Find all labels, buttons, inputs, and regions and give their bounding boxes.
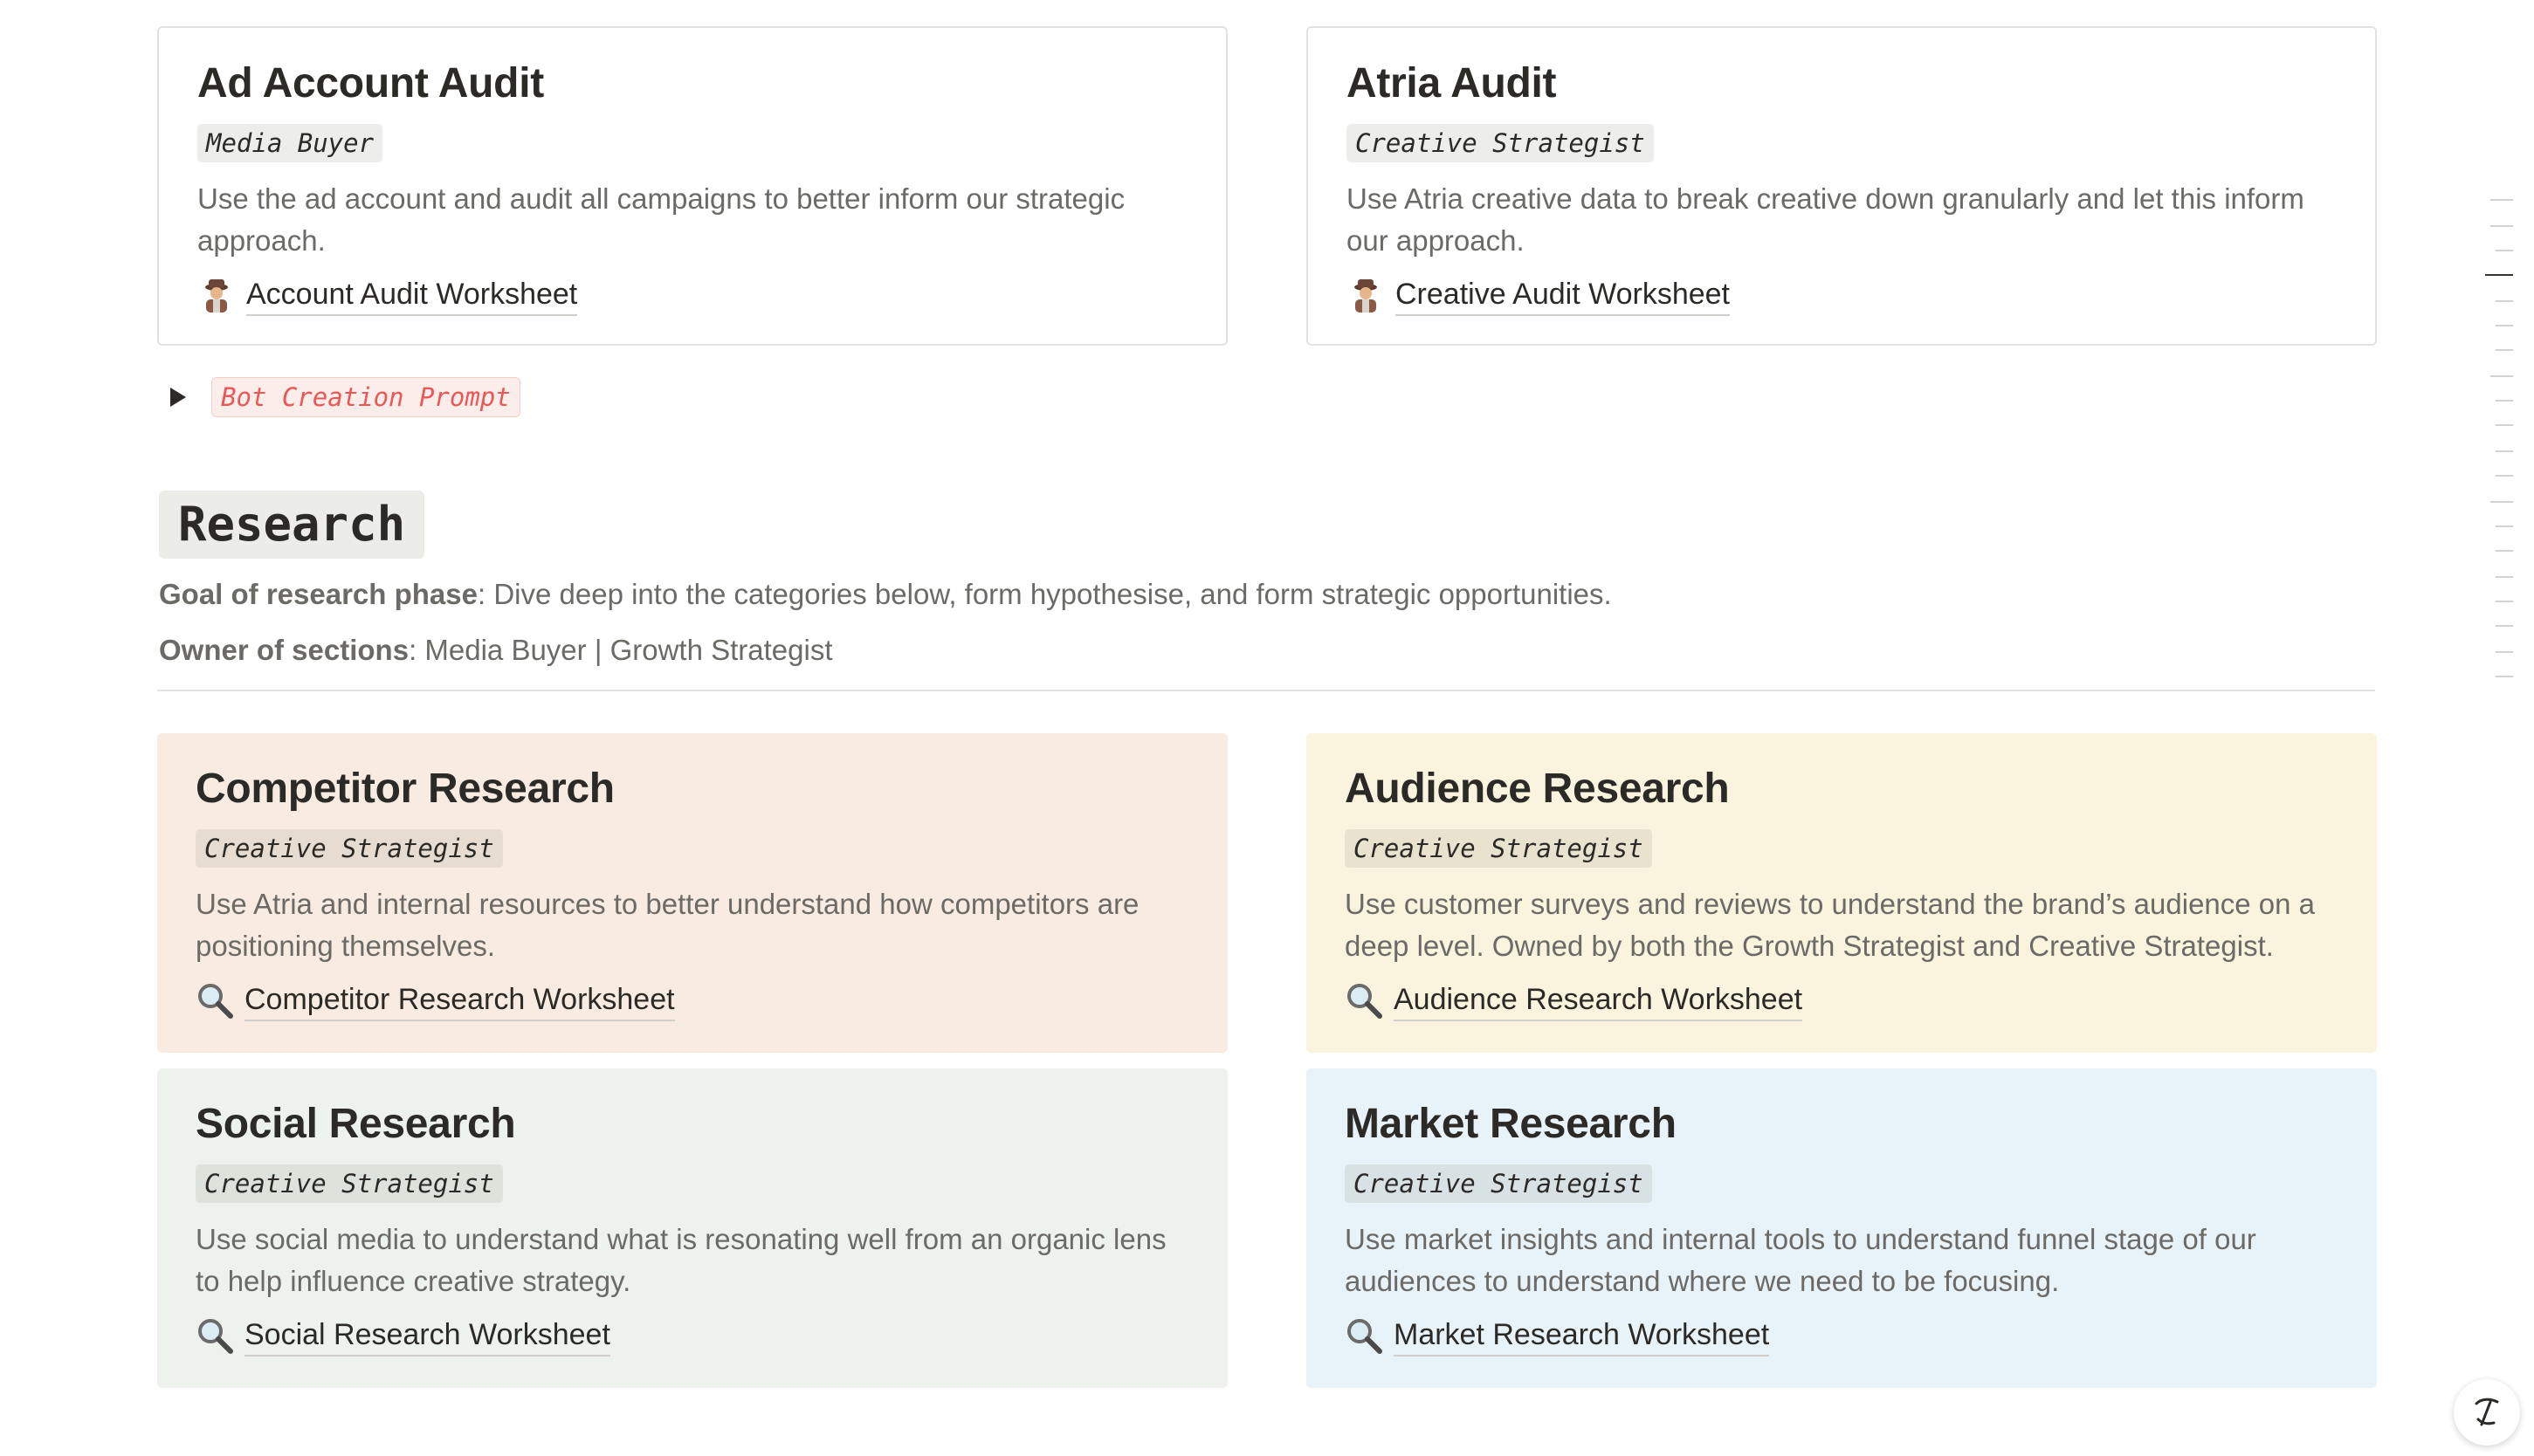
toc-item[interactable] bbox=[2496, 576, 2513, 578]
role-tag: Creative Strategist bbox=[1345, 1164, 1652, 1203]
research-heading: Research bbox=[159, 491, 425, 559]
ai-face-icon bbox=[2475, 1398, 2499, 1426]
atria-audit-card: Atria Audit Creative Strategist Use Atri… bbox=[1306, 26, 2377, 346]
card-title: Market Research bbox=[1345, 1101, 1677, 1147]
card-description: Use Atria and internal resources to bett… bbox=[196, 888, 1140, 962]
worksheet-link-label[interactable]: Creative Audit Worksheet bbox=[1395, 275, 1730, 316]
worksheet-link[interactable]: Competitor Research Worksheet bbox=[196, 979, 1189, 1021]
card-description: Use Atria creative data to break creativ… bbox=[1346, 182, 2304, 257]
worksheet-link[interactable]: Audience Research Worksheet bbox=[1345, 979, 2338, 1021]
role-tag: Creative Strategist bbox=[196, 829, 503, 868]
magnifier-icon bbox=[198, 984, 233, 1019]
audience-research-card: Audience Research Creative Strategist Us… bbox=[1306, 733, 2377, 1053]
card-description: Use social media to understand what is r… bbox=[196, 1223, 1167, 1297]
detective-icon bbox=[205, 279, 228, 312]
worksheet-link-label[interactable]: Audience Research Worksheet bbox=[1394, 980, 1803, 1021]
toc-item[interactable] bbox=[2496, 300, 2513, 302]
toc-item[interactable] bbox=[2496, 676, 2513, 677]
toggle-label: Bot Creation Prompt bbox=[211, 377, 520, 417]
card-description: Use the ad account and audit all campaig… bbox=[197, 182, 1126, 257]
goal-label: Goal of research phase bbox=[159, 578, 478, 610]
detective-icon bbox=[1354, 279, 1377, 312]
worksheet-link-label[interactable]: Market Research Worksheet bbox=[1394, 1315, 1770, 1356]
role-tag: Creative Strategist bbox=[1345, 829, 1652, 868]
role-tag: Media Buyer bbox=[197, 124, 383, 162]
worksheet-link[interactable]: Market Research Worksheet bbox=[1345, 1315, 2338, 1356]
toc-item[interactable] bbox=[2496, 424, 2513, 426]
owner-text: : Media Buyer | Growth Strategist bbox=[409, 634, 833, 666]
toc-item[interactable] bbox=[2496, 475, 2513, 477]
owner-label: Owner of sections bbox=[159, 634, 410, 666]
worksheet-link-label[interactable]: Account Audit Worksheet bbox=[246, 275, 578, 316]
magnifier-icon bbox=[1347, 1319, 1382, 1354]
toc-item[interactable] bbox=[2496, 625, 2513, 627]
role-tag: Creative Strategist bbox=[1346, 124, 1654, 162]
divider bbox=[157, 690, 2375, 691]
triangle-right-icon[interactable] bbox=[168, 385, 189, 409]
toc-item[interactable] bbox=[2490, 225, 2513, 227]
toc-item[interactable] bbox=[2496, 400, 2513, 402]
toc-item[interactable] bbox=[2496, 651, 2513, 653]
toc-item[interactable] bbox=[2490, 199, 2513, 201]
competitor-research-card: Competitor Research Creative Strategist … bbox=[157, 733, 1228, 1053]
toc-item[interactable] bbox=[2490, 375, 2513, 377]
toc-item[interactable] bbox=[2490, 501, 2513, 503]
magnifier-icon bbox=[1347, 984, 1382, 1019]
toc-item[interactable] bbox=[2496, 525, 2513, 527]
toc-item-active[interactable] bbox=[2485, 274, 2513, 276]
worksheet-link[interactable]: Account Audit Worksheet bbox=[197, 274, 1188, 316]
toc-item[interactable] bbox=[2496, 325, 2513, 326]
card-title: Competitor Research bbox=[196, 766, 615, 812]
card-title: Audience Research bbox=[1345, 766, 1730, 812]
card-description: Use customer surveys and reviews to unde… bbox=[1345, 888, 2316, 962]
toc-item[interactable] bbox=[2496, 601, 2513, 602]
worksheet-link-label[interactable]: Competitor Research Worksheet bbox=[244, 980, 675, 1021]
market-research-card: Market Research Creative Strategist Use … bbox=[1306, 1068, 2377, 1388]
worksheet-link[interactable]: Creative Audit Worksheet bbox=[1346, 274, 2337, 316]
goal-text: : Dive deep into the categories below, f… bbox=[477, 578, 1612, 610]
worksheet-link-label[interactable]: Social Research Worksheet bbox=[244, 1315, 610, 1356]
toc-item[interactable] bbox=[2496, 250, 2513, 251]
ai-assistant-button[interactable] bbox=[2454, 1379, 2520, 1446]
bot-creation-prompt-toggle[interactable]: Bot Creation Prompt bbox=[168, 377, 520, 417]
card-description: Use market insights and internal tools t… bbox=[1345, 1223, 2256, 1297]
social-research-card: Social Research Creative Strategist Use … bbox=[157, 1068, 1228, 1388]
toc-item[interactable] bbox=[2496, 349, 2513, 351]
ad-account-audit-card: Ad Account Audit Media Buyer Use the ad … bbox=[157, 26, 1228, 346]
role-tag: Creative Strategist bbox=[196, 1164, 503, 1203]
magnifier-icon bbox=[198, 1319, 233, 1354]
card-title: Social Research bbox=[196, 1101, 516, 1147]
card-title: Ad Account Audit bbox=[197, 60, 544, 106]
research-owner: Owner of sections: Media Buyer | Growth … bbox=[159, 629, 833, 671]
toc-item[interactable] bbox=[2496, 550, 2513, 552]
research-goal: Goal of research phase: Dive deep into t… bbox=[159, 573, 1612, 615]
card-title: Atria Audit bbox=[1346, 60, 1557, 106]
toc-item[interactable] bbox=[2496, 450, 2513, 452]
worksheet-link[interactable]: Social Research Worksheet bbox=[196, 1315, 1189, 1356]
